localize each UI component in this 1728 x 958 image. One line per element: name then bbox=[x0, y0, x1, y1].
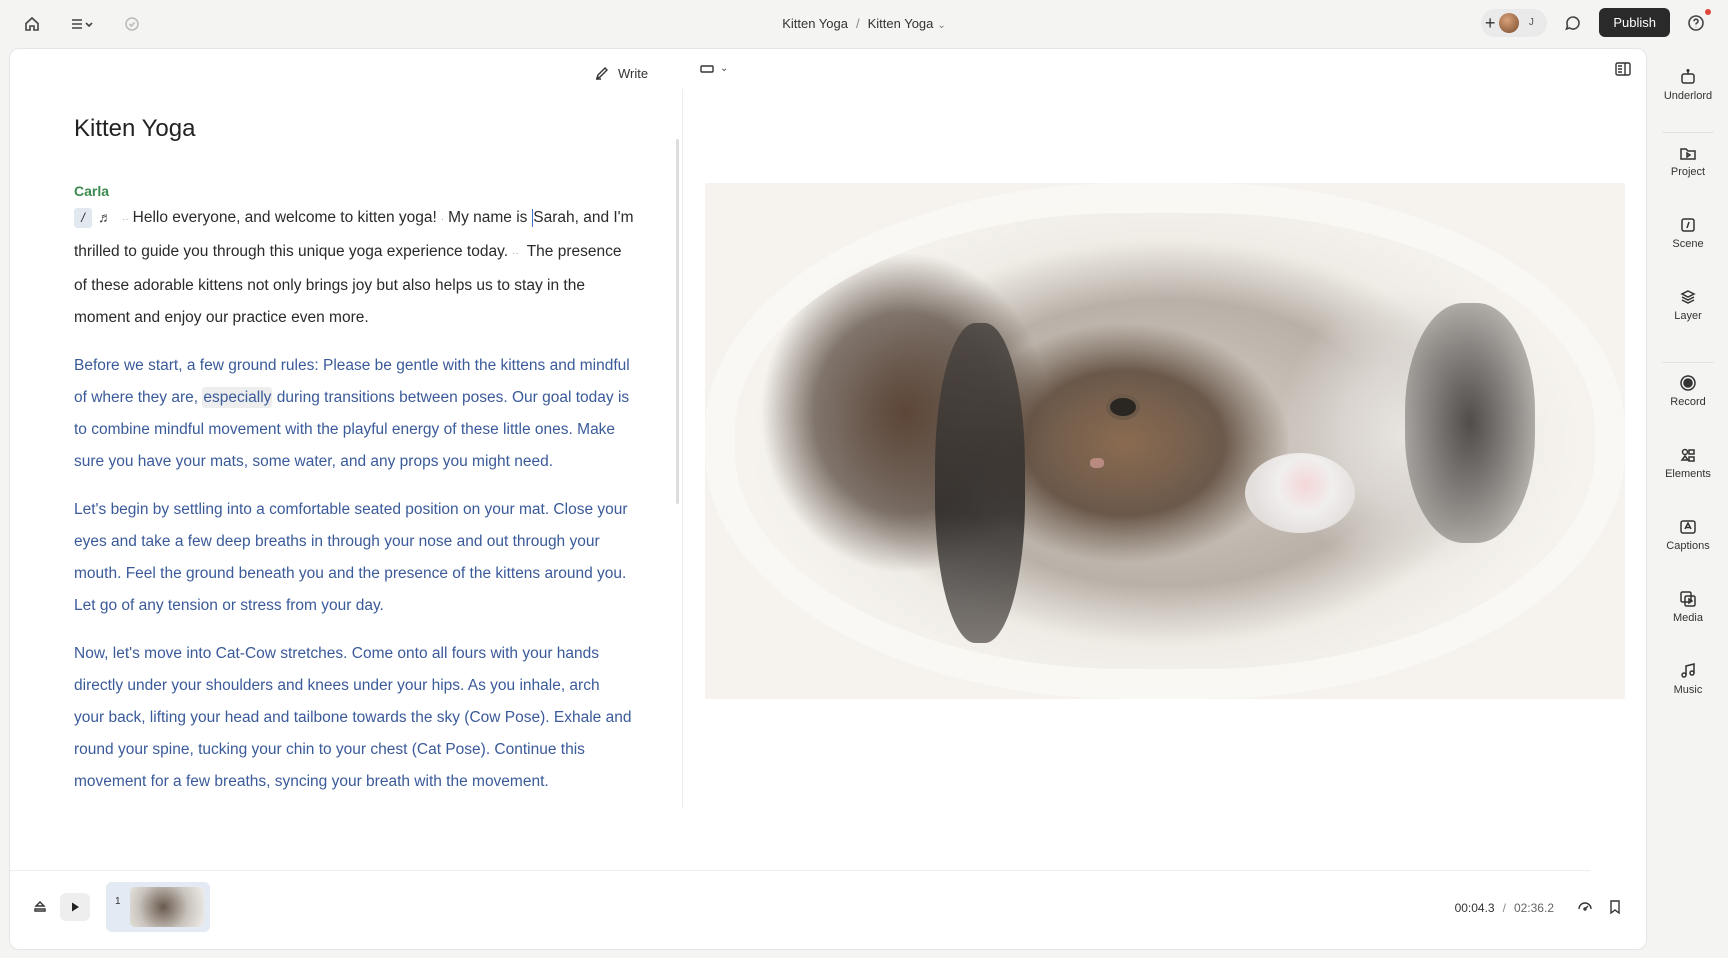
script-paragraph[interactable]: Before we start, a few ground rules: Ple… bbox=[74, 350, 634, 478]
page-title[interactable]: Kitten Yoga bbox=[74, 115, 634, 143]
breadcrumb-project[interactable]: Kitten Yoga bbox=[782, 16, 848, 31]
write-label: Write bbox=[618, 65, 649, 81]
sidebar-item-media[interactable]: Media bbox=[1648, 590, 1728, 624]
pause-marker: ·· bbox=[122, 214, 129, 225]
scene-number: 1 bbox=[115, 896, 121, 907]
layout-select[interactable]: ⌄ bbox=[700, 63, 728, 74]
bookmark-icon[interactable] bbox=[1608, 899, 1622, 920]
publish-button[interactable]: Publish bbox=[1599, 8, 1670, 37]
avatar bbox=[1499, 12, 1520, 33]
breadcrumb: Kitten Yoga / Kitten Yoga ⌄ bbox=[782, 16, 946, 31]
chevron-down-icon[interactable]: ⌄ bbox=[937, 20, 945, 31]
music-note-icon[interactable]: ♬ bbox=[98, 209, 112, 225]
notification-dot bbox=[1705, 8, 1711, 15]
pen-icon bbox=[595, 67, 608, 80]
current-time: 00:04.3 bbox=[1454, 901, 1495, 915]
sidebar-item-underlord[interactable]: Underlord bbox=[1648, 68, 1728, 102]
captions-icon bbox=[1680, 520, 1696, 534]
sidebar-item-record[interactable]: Record bbox=[1648, 374, 1728, 408]
sidebar-item-project[interactable]: Project bbox=[1648, 144, 1728, 178]
sidebar-item-layer[interactable]: Layer bbox=[1648, 288, 1728, 322]
media-icon bbox=[1680, 591, 1696, 607]
script-paragraph[interactable]: Let's begin by settling into a comfortab… bbox=[74, 494, 634, 622]
timeline-bar: 1 00:04.3/02:36.2 bbox=[10, 870, 1646, 948]
panel-toggle-icon[interactable] bbox=[1614, 61, 1632, 82]
slash-command[interactable]: / bbox=[74, 208, 92, 228]
top-bar: Kitten Yoga / Kitten Yoga ⌄ + J Publish bbox=[0, 0, 1728, 48]
play-icon bbox=[72, 902, 79, 912]
timecode: 00:04.3/02:36.2 bbox=[1454, 901, 1554, 915]
music-icon bbox=[1681, 663, 1695, 678]
playback-settings-icon[interactable] bbox=[1576, 899, 1594, 920]
script-paragraph[interactable]: Now, let's move into Cat-Cow stretches. … bbox=[74, 638, 634, 798]
scene-thumbnail-image bbox=[130, 887, 204, 927]
column-divider bbox=[682, 89, 683, 809]
script-editor[interactable]: Kitten Yoga Carla / ♬ ·· Hello everyone, an… bbox=[74, 109, 634, 919]
aspect-ratio-icon bbox=[700, 64, 714, 73]
sidebar-item-music[interactable]: Music bbox=[1648, 662, 1728, 696]
robot-icon bbox=[1681, 68, 1695, 84]
comment-icon[interactable] bbox=[1559, 11, 1587, 35]
collaborators[interactable]: + J bbox=[1480, 8, 1548, 37]
sidebar-item-elements[interactable]: Elements bbox=[1648, 446, 1728, 480]
chevron-down-icon: ⌄ bbox=[720, 63, 729, 74]
script-paragraph[interactable]: / ♬ ·· Hello everyone, and welcome to kitte… bbox=[74, 201, 634, 334]
word-highlight[interactable]: especially bbox=[202, 387, 273, 408]
folder-play-icon bbox=[1680, 148, 1696, 160]
video-preview[interactable] bbox=[705, 183, 1625, 699]
record-icon bbox=[1680, 375, 1696, 391]
avatar-initial: J bbox=[1528, 17, 1534, 28]
elements-icon bbox=[1680, 448, 1695, 462]
duration: 02:36.2 bbox=[1513, 901, 1554, 915]
scene-thumbnail[interactable]: 1 bbox=[106, 882, 210, 932]
sidebar-item-captions[interactable]: Captions bbox=[1648, 518, 1728, 552]
breadcrumb-file[interactable]: Kitten Yoga bbox=[868, 16, 934, 31]
script-scrollbar[interactable] bbox=[676, 139, 679, 504]
help-icon[interactable] bbox=[1682, 8, 1711, 35]
write-mode-button[interactable]: Write bbox=[594, 65, 648, 81]
scene-icon bbox=[1681, 218, 1695, 232]
add-collaborator-icon[interactable]: + bbox=[1485, 14, 1496, 32]
expand-timeline-icon[interactable] bbox=[32, 899, 48, 918]
layers-icon bbox=[1680, 290, 1696, 304]
speaker-label[interactable]: Carla bbox=[74, 183, 634, 199]
right-sidebar: Underlord Project Scene Layer Record Ele… bbox=[1648, 48, 1728, 908]
sidebar-item-scene[interactable]: Scene bbox=[1648, 216, 1728, 250]
editor-panel: Write ⌄ Kitten Yoga Carla / ♬ ·· Hello ever… bbox=[9, 48, 1647, 950]
play-button[interactable] bbox=[60, 893, 90, 921]
